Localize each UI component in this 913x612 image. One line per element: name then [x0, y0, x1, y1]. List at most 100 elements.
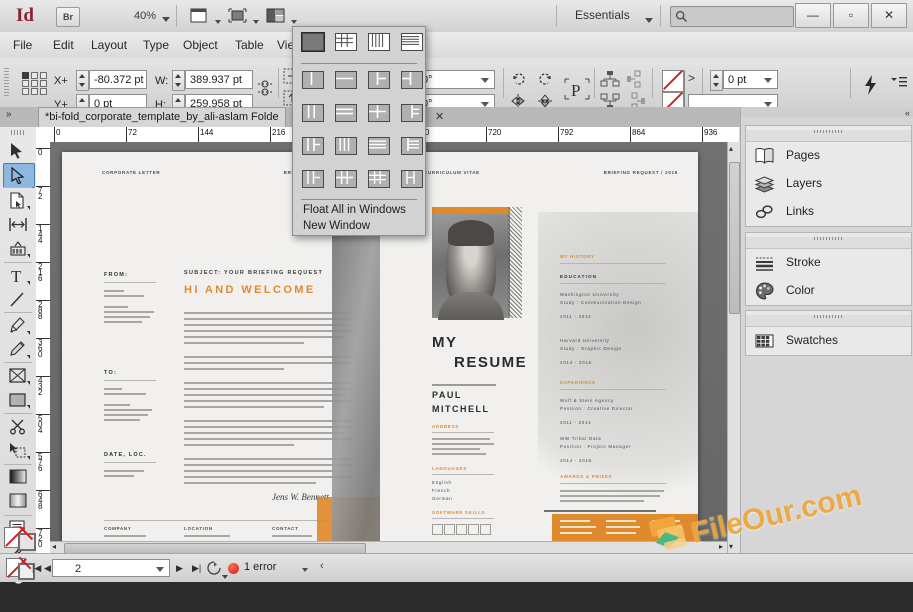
next-page-button[interactable]: ▶ — [176, 563, 183, 574]
arrange-5up-b[interactable] — [332, 135, 358, 157]
fill-stroke-indicator[interactable] — [4, 525, 36, 553]
document-tab-close-icon[interactable]: ✕ — [435, 110, 444, 123]
pen-tool[interactable] — [3, 314, 33, 337]
arrange-documents-menu[interactable]: Float All in Windows New Window — [292, 26, 426, 236]
workspace-caret-icon[interactable] — [645, 14, 653, 26]
panel-group-grip[interactable] — [746, 130, 911, 142]
gradient-feather-tool[interactable] — [3, 490, 33, 513]
quick-apply-icon[interactable] — [862, 74, 880, 95]
close-button[interactable]: ✕ — [871, 3, 907, 28]
panel-group-grip[interactable] — [746, 237, 911, 249]
stroke-color-swatch[interactable] — [662, 70, 685, 93]
menu-object[interactable]: Object — [176, 36, 225, 54]
panel-item-stroke[interactable]: Stroke — [746, 249, 911, 277]
rotate-clockwise-icon[interactable] — [510, 70, 528, 88]
toolbox-grip[interactable] — [11, 130, 25, 135]
arrange-3up-rows[interactable] — [332, 102, 358, 124]
panel-item-pages[interactable]: Pages — [746, 142, 911, 170]
panel-group-grip[interactable] — [746, 315, 911, 327]
arrange-6up-c[interactable] — [365, 168, 391, 190]
arrange-tile-columns[interactable] — [365, 31, 391, 53]
menu-file[interactable]: File — [6, 36, 39, 54]
arrange-2up-vertical[interactable] — [299, 69, 325, 91]
canvas-vertical-scrollbar[interactable]: ▴ ▾ — [727, 142, 740, 553]
stroke-weight-stepper[interactable] — [710, 70, 723, 91]
align-top-icon[interactable] — [600, 70, 620, 88]
gap-tool[interactable] — [3, 213, 33, 236]
control-bar-grip[interactable] — [4, 68, 9, 96]
arrange-3up-right[interactable] — [398, 69, 424, 91]
direct-selection-tool[interactable] — [3, 163, 35, 188]
document-tab[interactable]: *bi-fold_corporate_template_by_ali-aslam… — [38, 107, 286, 127]
arrange-tile-grid[interactable] — [332, 31, 358, 53]
arrange-2up-horizontal[interactable] — [332, 69, 358, 91]
page-right[interactable]: MY CURRICULUM VITAE BRIEFING REQUEST / 2… — [380, 152, 698, 544]
w-stepper[interactable] — [172, 70, 185, 91]
search-input[interactable] — [670, 6, 794, 27]
panel-item-links[interactable]: Links — [746, 198, 911, 226]
x-input[interactable]: -80.372 pt — [89, 70, 147, 89]
last-page-button[interactable]: ▶| — [192, 563, 201, 574]
selection-tool[interactable] — [3, 139, 33, 162]
preflight-dropdown-caret-icon[interactable] — [302, 563, 308, 575]
zoom-tool[interactable] — [3, 589, 33, 612]
arrange-6up-d[interactable] — [398, 168, 424, 190]
rectangle-tool[interactable] — [3, 388, 33, 411]
preflight-profile-icon[interactable] — [206, 560, 228, 579]
panel-item-swatches[interactable]: Swatches — [746, 327, 911, 355]
arrange-consolidate-all[interactable] — [299, 31, 325, 53]
arrange-4up-grid[interactable] — [365, 102, 391, 124]
expand-panels-icon[interactable]: » — [6, 109, 12, 120]
collapse-panels-icon[interactable]: « — [905, 108, 910, 118]
rotation-input[interactable]: 0° — [417, 70, 495, 89]
arrange-5up-a[interactable] — [299, 135, 325, 157]
w-input[interactable]: 389.937 pt — [185, 70, 253, 89]
workspace-selector[interactable]: Essentials — [575, 8, 630, 22]
previous-page-button[interactable]: ◀ — [44, 563, 51, 574]
zoom-level-dropdown[interactable] — [162, 13, 170, 25]
menu-edit[interactable]: Edit — [46, 36, 81, 54]
x-stepper[interactable] — [76, 70, 89, 91]
arrange-6up-a[interactable] — [299, 168, 325, 190]
arrange-new-window-item[interactable]: New Window — [303, 220, 370, 232]
constrain-proportions-icon[interactable] — [258, 78, 276, 96]
scissors-tool[interactable] — [3, 415, 33, 438]
bridge-button[interactable]: Br — [56, 7, 80, 27]
screen-mode-dropdown[interactable] — [190, 6, 222, 26]
menu-table[interactable]: Table — [228, 36, 271, 54]
arrange-5up-c[interactable] — [365, 135, 391, 157]
portrait-photo[interactable] — [432, 214, 510, 320]
arrange-3up-left[interactable] — [365, 69, 391, 91]
arrange-tile-rows[interactable] — [398, 31, 424, 53]
panel-item-color[interactable]: Color — [746, 277, 911, 305]
page-number-input[interactable]: 2 — [52, 559, 170, 577]
vertical-ruler[interactable]: 0 72 144 216 288 360 432 504 576 648 720 — [36, 142, 51, 553]
panel-item-layers[interactable]: Layers — [746, 170, 911, 198]
arrange-4up-split[interactable] — [398, 102, 424, 124]
line-tool[interactable] — [3, 288, 33, 311]
gradient-swatch-tool[interactable] — [3, 466, 33, 489]
rectangle-frame-tool[interactable] — [3, 364, 33, 387]
type-tool[interactable]: T — [3, 264, 33, 287]
container-selector-icon[interactable]: P — [562, 74, 590, 102]
menu-layout[interactable]: Layout — [84, 36, 134, 54]
free-transform-tool[interactable] — [3, 439, 33, 462]
stroke-swatch-expand[interactable]: > — [688, 71, 706, 89]
maximize-button[interactable]: ▫ — [833, 3, 869, 28]
rotate-counterclockwise-icon[interactable] — [536, 70, 554, 88]
minimize-button[interactable]: — — [795, 3, 831, 28]
menu-type[interactable]: Type — [136, 36, 176, 54]
arrange-5up-d[interactable] — [398, 135, 424, 157]
pencil-tool[interactable] — [3, 338, 33, 361]
align-left-icon[interactable] — [626, 70, 644, 88]
arrange-6up-b[interactable] — [332, 168, 358, 190]
first-page-button[interactable]: |◀ — [32, 563, 41, 574]
reference-point-selector[interactable] — [22, 72, 52, 95]
view-options-dropdown[interactable] — [228, 6, 260, 26]
stroke-weight-input[interactable]: 0 pt — [723, 70, 778, 89]
arrange-3up-columns[interactable] — [299, 102, 325, 124]
arrange-float-all-item[interactable]: Float All in Windows — [303, 204, 406, 216]
status-expand-icon[interactable]: ‹ — [320, 560, 324, 572]
arrange-documents-dropdown[interactable] — [266, 6, 298, 26]
panel-menu-icon[interactable] — [890, 76, 908, 94]
